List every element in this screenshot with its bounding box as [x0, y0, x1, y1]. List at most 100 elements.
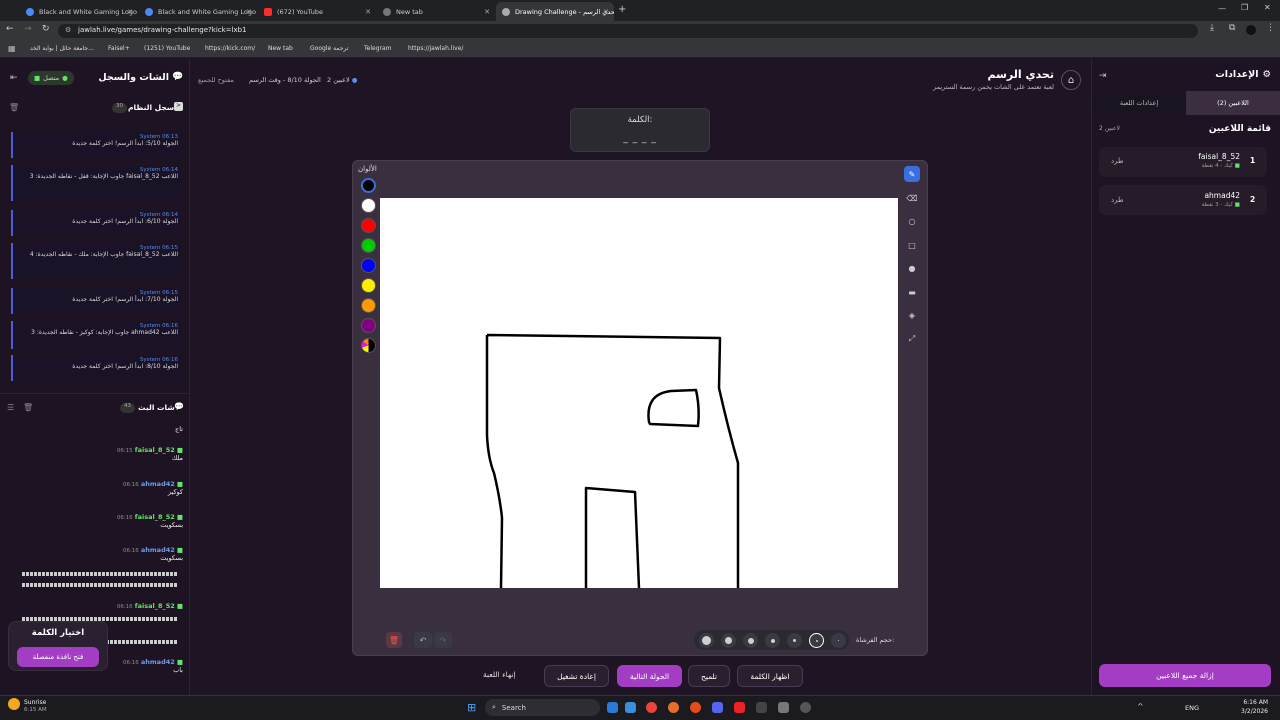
app-icon[interactable] [625, 702, 636, 713]
settings-icon[interactable] [778, 702, 789, 713]
chat-username[interactable]: faisal_8_52 [135, 513, 175, 521]
profile-avatar[interactable] [1246, 25, 1256, 35]
bookmark[interactable]: Telegram [364, 45, 392, 52]
circle-tool[interactable]: ○ [904, 213, 920, 229]
bookmark[interactable]: https://kick.com/ [205, 45, 255, 52]
site-info-icon[interactable]: ⚙ [65, 26, 71, 34]
app-icon[interactable] [756, 702, 767, 713]
bookmark[interactable]: (1251) YouTube [144, 45, 190, 52]
redo-button[interactable]: ↷ [434, 632, 452, 648]
download-icon[interactable]: ⤓ [1210, 23, 1214, 33]
brush-size-option[interactable] [765, 633, 780, 648]
clock-time[interactable]: 6:16 AM [1238, 699, 1268, 706]
new-tab-button[interactable]: + [618, 4, 626, 15]
windows-start-icon[interactable]: ⊞ [467, 701, 476, 714]
close-icon[interactable]: ✕ [603, 8, 609, 16]
brush-size-option[interactable] [699, 633, 714, 648]
remove-all-players-button[interactable]: إزالة جميع اللاعبين [1099, 664, 1271, 687]
minimize-icon[interactable]: — [1218, 4, 1226, 13]
fullscreen-tool[interactable]: ⤢ [904, 331, 920, 347]
filled-rectangle-tool[interactable]: ▬ [904, 284, 920, 300]
close-icon[interactable]: ✕ [246, 8, 252, 16]
list-icon[interactable]: ☰ [7, 403, 14, 412]
bookmark[interactable]: جامعة حائل | بوابة الخد... [30, 45, 94, 52]
file-explorer-icon[interactable] [607, 702, 618, 713]
browser-tab[interactable]: (672) YouTube ✕ [258, 2, 376, 21]
bookmark[interactable]: https://jawlah.live/ [408, 45, 463, 52]
address-bar[interactable]: jawlah.live/games/drawing-challenge?kick… [58, 24, 1198, 38]
extensions-icon[interactable]: ⧉ [1229, 23, 1235, 33]
color-yellow[interactable] [361, 278, 376, 293]
filled-circle-tool[interactable]: ● [904, 260, 920, 276]
tab-game-settings[interactable]: إعدادات اللعبة [1092, 91, 1186, 115]
brave-icon[interactable] [668, 702, 679, 713]
bookmark[interactable]: Google ترجمة [310, 45, 348, 52]
brush-size-option[interactable] [831, 633, 846, 648]
firefox-icon[interactable] [690, 702, 701, 713]
close-icon[interactable]: ✕ [127, 8, 133, 16]
browser-tab[interactable]: Black and White Gaming Logo ✕ [139, 2, 257, 21]
reveal-word-button[interactable]: اظهار الكلمة [737, 665, 803, 687]
chat-username[interactable]: ahmad42 [141, 546, 175, 554]
bookmark[interactable]: New tab [268, 45, 293, 52]
back-icon[interactable]: ← [6, 24, 14, 34]
browser-tab[interactable]: New tab ✕ [377, 2, 495, 21]
restart-button[interactable]: إعادة تشغيل [544, 665, 609, 687]
brush-size-option[interactable] [787, 633, 802, 648]
chat-username[interactable]: faisal_8_52 [135, 602, 175, 610]
eraser-tool[interactable]: ⌫ [904, 190, 920, 206]
color-black[interactable] [361, 178, 376, 193]
brush-size-option-selected[interactable] [809, 633, 824, 648]
pen-tool[interactable]: ✎ [904, 166, 920, 182]
rectangle-tool[interactable]: □ [904, 237, 920, 253]
color-white[interactable] [361, 198, 376, 213]
language-indicator[interactable]: ENG [1185, 704, 1199, 712]
discord-icon[interactable] [712, 702, 723, 713]
chat-username[interactable]: ahmad42 [141, 480, 175, 488]
home-button[interactable]: ⌂ [1061, 70, 1081, 90]
close-icon[interactable]: ✕ [365, 8, 371, 16]
fill-tool[interactable]: ◈ [904, 307, 920, 323]
tab-players[interactable]: اللاعبين (2) [1186, 91, 1280, 115]
maximize-icon[interactable]: ❐ [1241, 3, 1248, 12]
chrome-icon[interactable] [646, 702, 657, 713]
chat-username[interactable]: faisal_8_52 [135, 446, 175, 454]
bookmark[interactable]: Faisel+ [108, 45, 130, 52]
tray-chevron-icon[interactable]: ^ [1137, 702, 1144, 711]
weather-icon[interactable] [8, 698, 20, 710]
kick-player-button[interactable]: طرد [1111, 157, 1124, 165]
clear-canvas-button[interactable]: 🗑 [386, 632, 402, 648]
adobe-icon[interactable] [734, 702, 745, 713]
apps-icon[interactable]: ▦ [8, 44, 16, 53]
color-picker[interactable] [361, 338, 376, 353]
taskbar-search[interactable]: ⌕ Search [485, 699, 600, 716]
open-popout-button[interactable]: فتح نافذة منفصلة [17, 647, 99, 667]
drawing-canvas[interactable] [380, 198, 898, 588]
brush-size-option[interactable] [721, 633, 736, 648]
brush-size-option[interactable] [743, 633, 758, 648]
close-icon[interactable]: ✕ [484, 8, 490, 16]
menu-icon[interactable]: ⋮ [1266, 23, 1275, 33]
color-purple[interactable] [361, 318, 376, 333]
next-round-button[interactable]: الجولة التالية [617, 665, 682, 687]
trash-icon[interactable]: 🗑 [9, 103, 19, 112]
undo-button[interactable]: ↶ [414, 632, 432, 648]
kick-player-button[interactable]: طرد [1111, 196, 1124, 204]
color-blue[interactable] [361, 258, 376, 273]
color-orange[interactable] [361, 298, 376, 313]
reload-icon[interactable]: ↻ [42, 24, 50, 34]
browser-tab-active[interactable]: Drawing Challenge - تحدي الرسم ✕ [496, 2, 614, 21]
collapse-panel-icon[interactable]: ⇥ [1099, 71, 1107, 81]
forward-icon[interactable]: → [24, 24, 32, 34]
collapse-panel-icon[interactable]: ⇤ [10, 73, 18, 83]
end-game-button[interactable]: إنهاء اللعبة [483, 670, 516, 679]
chat-username[interactable]: ahmad42 [141, 658, 175, 666]
browser-tab[interactable]: Black and White Gaming Logo ✕ [20, 2, 138, 21]
close-window-icon[interactable]: ✕ [1264, 3, 1271, 12]
color-green[interactable] [361, 238, 376, 253]
app-icon[interactable] [800, 702, 811, 713]
color-red[interactable] [361, 218, 376, 233]
hint-button[interactable]: تلميح [688, 665, 730, 687]
clock-date[interactable]: 3/2/2026 [1228, 708, 1268, 715]
trash-icon[interactable]: 🗑 [23, 403, 33, 412]
